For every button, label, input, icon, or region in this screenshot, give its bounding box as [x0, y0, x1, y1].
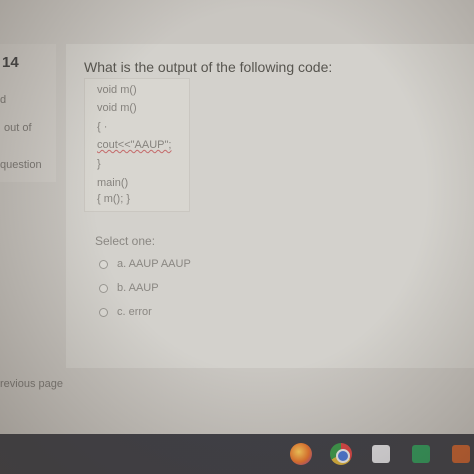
taskbar [0, 434, 474, 474]
code-line: void m() [97, 102, 137, 114]
answer-option-b[interactable]: b. AAUP [99, 280, 159, 296]
code-block: void m() void m() { · cout<<"AAUP"; } ma… [84, 78, 190, 212]
question-status: d [0, 94, 7, 106]
code-line: { · [97, 121, 108, 133]
question-card: What is the output of the following code… [66, 44, 474, 368]
question-marks: out of [4, 122, 32, 134]
answer-option-c[interactable]: c. error [99, 304, 152, 320]
flag-question-link[interactable]: question [0, 159, 42, 171]
answer-option-a[interactable]: a. AAUP AAUP [99, 256, 191, 272]
firefox-icon[interactable] [290, 443, 312, 465]
app-icon[interactable] [452, 445, 470, 463]
answer-option-label: a. AAUP AAUP [117, 258, 191, 270]
app-icon[interactable] [372, 445, 390, 463]
answer-option-label: c. error [117, 306, 152, 318]
radio-button-icon[interactable] [99, 283, 108, 293]
question-info-block: 14 d out of question [0, 44, 56, 182]
code-line: main() [97, 177, 129, 189]
chrome-icon[interactable] [330, 443, 352, 465]
radio-button-icon[interactable] [99, 259, 108, 269]
app-icon[interactable] [412, 445, 430, 463]
code-line: } [97, 158, 101, 170]
code-line: void m() [97, 84, 137, 96]
select-one-label: Select one: [95, 234, 156, 248]
code-line: cout<<"AAUP"; [97, 139, 172, 151]
code-line: { m(); } [97, 193, 131, 205]
question-number: 14 [2, 54, 19, 71]
previous-page-button[interactable]: revious page [0, 378, 80, 398]
radio-button-icon[interactable] [99, 307, 108, 317]
question-prompt: What is the output of the following code… [84, 59, 333, 75]
answer-option-label: b. AAUP [117, 282, 159, 294]
